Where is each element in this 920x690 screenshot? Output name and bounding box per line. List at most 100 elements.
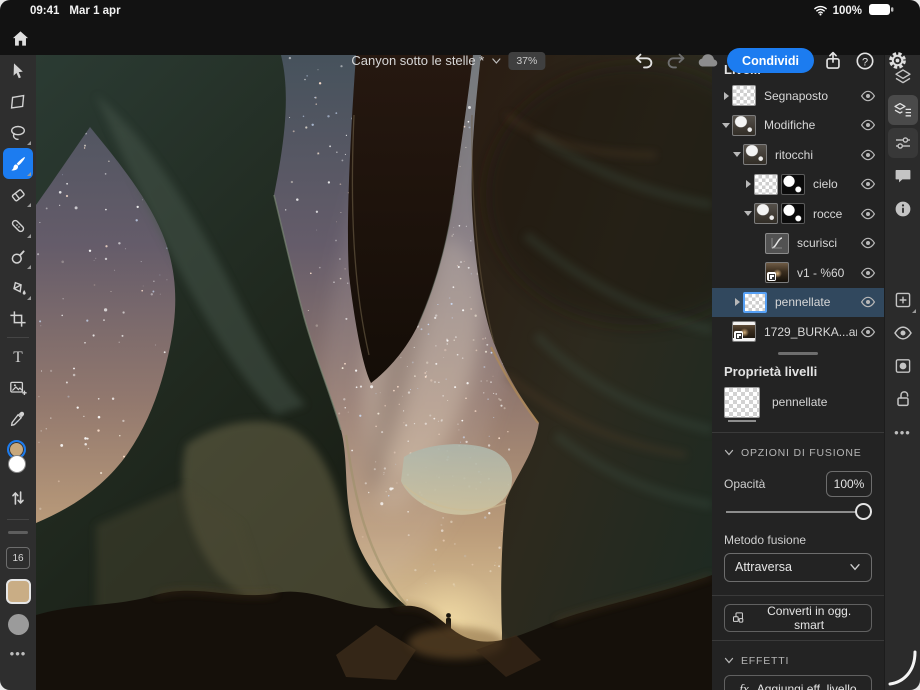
crop-tool[interactable]: [3, 303, 33, 334]
brush-color-swatch[interactable]: [6, 579, 31, 604]
layer-row[interactable]: 1729_BURKA...anced-NR33: [712, 317, 884, 347]
layer-visibility-toggle[interactable]: [857, 203, 879, 225]
healing-brush-tool[interactable]: [3, 210, 33, 241]
layer-visibility-toggle[interactable]: [857, 321, 879, 343]
adjustments-icon[interactable]: [888, 128, 918, 158]
type-tool[interactable]: T: [3, 341, 33, 372]
layer-name: cielo: [813, 177, 857, 191]
blend-mode-label: Metodo fusione: [712, 523, 884, 553]
layer-visibility-toggle[interactable]: [857, 291, 879, 313]
layer-visibility-toggle[interactable]: [857, 114, 879, 136]
layer-expander[interactable]: [742, 180, 754, 188]
layer-expander[interactable]: [742, 211, 754, 216]
svg-text:T: T: [13, 349, 23, 366]
layer-row[interactable]: v1 - %60: [712, 258, 884, 288]
paint-bucket-tool[interactable]: [3, 272, 33, 303]
wifi-icon: [813, 4, 828, 19]
blend-options-section-header[interactable]: OPZIONI DI FUSIONE: [712, 441, 884, 461]
document-title-group[interactable]: Canyon sotto le stelle * 37%: [351, 44, 545, 77]
background-color-chip[interactable]: [8, 455, 26, 473]
date: Mar 1 apr: [69, 5, 120, 17]
clock: 09:41: [30, 5, 59, 17]
layer-name: Modifiche: [764, 118, 857, 132]
undo-button[interactable]: [631, 48, 657, 74]
add-layer-icon[interactable]: [888, 285, 918, 315]
layer-thumbnail: [732, 321, 756, 342]
layer-row[interactable]: rocce: [712, 199, 884, 229]
layer-row[interactable]: cielo: [712, 170, 884, 200]
canvas-photo[interactable]: [36, 55, 712, 690]
zoom-level-badge[interactable]: 37%: [508, 52, 545, 70]
swap-colors-button[interactable]: [3, 482, 33, 513]
panel-resize-handle[interactable]: [778, 352, 818, 355]
battery-percent: 100%: [833, 5, 862, 17]
layer-row[interactable]: Segnaposto: [712, 81, 884, 111]
smart-object-icon: [731, 610, 745, 625]
smart-object-badge: [767, 272, 776, 281]
cloud-sync-icon[interactable]: [695, 48, 721, 74]
toolbar-more-options[interactable]: •••: [10, 646, 27, 661]
eraser-tool[interactable]: [3, 179, 33, 210]
layer-visibility-toggle[interactable]: [857, 85, 879, 107]
battery-icon: [868, 3, 894, 19]
layer-row[interactable]: pennellate: [712, 288, 884, 318]
layer-row[interactable]: ritocchi: [712, 140, 884, 170]
layer-expander[interactable]: [731, 152, 743, 157]
document-title[interactable]: Canyon sotto le stelle *: [351, 53, 484, 68]
export-icon[interactable]: [820, 48, 846, 74]
color-chips[interactable]: [5, 440, 31, 476]
layers-detail-icon[interactable]: [888, 95, 918, 125]
layer-row[interactable]: Modifiche: [712, 111, 884, 141]
tools-sidebar: T 16 •••: [0, 55, 36, 690]
convert-smart-object-button[interactable]: Converti in ogg. smart: [724, 604, 872, 632]
layer-visibility-toggle[interactable]: [857, 232, 879, 254]
eye-icon: [860, 324, 876, 340]
layer-expander[interactable]: [731, 298, 743, 306]
effects-section-header[interactable]: EFFETTI: [712, 649, 884, 669]
brush-size-field[interactable]: 16: [6, 547, 30, 569]
app-toolbar: Canyon sotto le stelle * 37% Condividi ?: [0, 22, 920, 55]
opacity-slider[interactable]: [726, 501, 870, 523]
opacity-value-field[interactable]: 100%: [826, 471, 872, 497]
comments-icon[interactable]: [888, 161, 918, 191]
lasso-select-tool[interactable]: [3, 117, 33, 148]
lock-icon[interactable]: [888, 384, 918, 414]
layer-visibility-toggle[interactable]: [857, 262, 879, 284]
layer-expander[interactable]: [720, 92, 732, 100]
transform-tool[interactable]: [3, 86, 33, 117]
layer-list: Segnaposto Modifiche ritocchi cielo roccescu…: [712, 81, 884, 347]
place-image-tool[interactable]: [3, 372, 33, 403]
layer-row[interactable]: scurisci: [712, 229, 884, 259]
layer-expander[interactable]: [720, 123, 732, 128]
eye-icon: [860, 88, 876, 104]
brush-tool[interactable]: [3, 148, 33, 179]
home-button[interactable]: [7, 26, 33, 52]
blend-mode-value: Attraversa: [735, 560, 792, 574]
layer-mask-thumbnail: [781, 174, 805, 195]
layer-name: Segnaposto: [764, 89, 857, 103]
layer-visibility-toggle[interactable]: [857, 173, 879, 195]
layer-thumbnail: [743, 144, 767, 165]
opacity-slider-track: [726, 511, 870, 513]
convert-smart-object-label: Converti in ogg. smart: [753, 604, 865, 632]
help-icon[interactable]: ?: [852, 48, 878, 74]
eyedropper-tool[interactable]: [3, 403, 33, 434]
toolbar-drag-handle[interactable]: [8, 531, 28, 534]
info-icon[interactable]: [888, 194, 918, 224]
brush-preview-swatch[interactable]: [8, 614, 29, 635]
share-button[interactable]: Condividi: [727, 48, 814, 73]
add-layer-effect-button[interactable]: fx Aggiungi eff. livello: [724, 675, 872, 690]
layer-name: v1 - %60: [797, 266, 857, 280]
smart-object-badge: [734, 331, 743, 340]
redo-button[interactable]: [663, 48, 689, 74]
opacity-slider-knob[interactable]: [855, 503, 872, 520]
visibility-icon[interactable]: [888, 318, 918, 348]
blend-mode-dropdown[interactable]: Attraversa: [724, 553, 872, 582]
properties-layer-thumbnail: [724, 387, 760, 418]
strip-more-options[interactable]: •••: [894, 425, 911, 440]
move-tool[interactable]: [3, 55, 33, 86]
settings-gear-icon[interactable]: [884, 48, 910, 74]
clone-stamp-tool[interactable]: [3, 241, 33, 272]
layer-mask-icon[interactable]: [888, 351, 918, 381]
layer-visibility-toggle[interactable]: [857, 144, 879, 166]
